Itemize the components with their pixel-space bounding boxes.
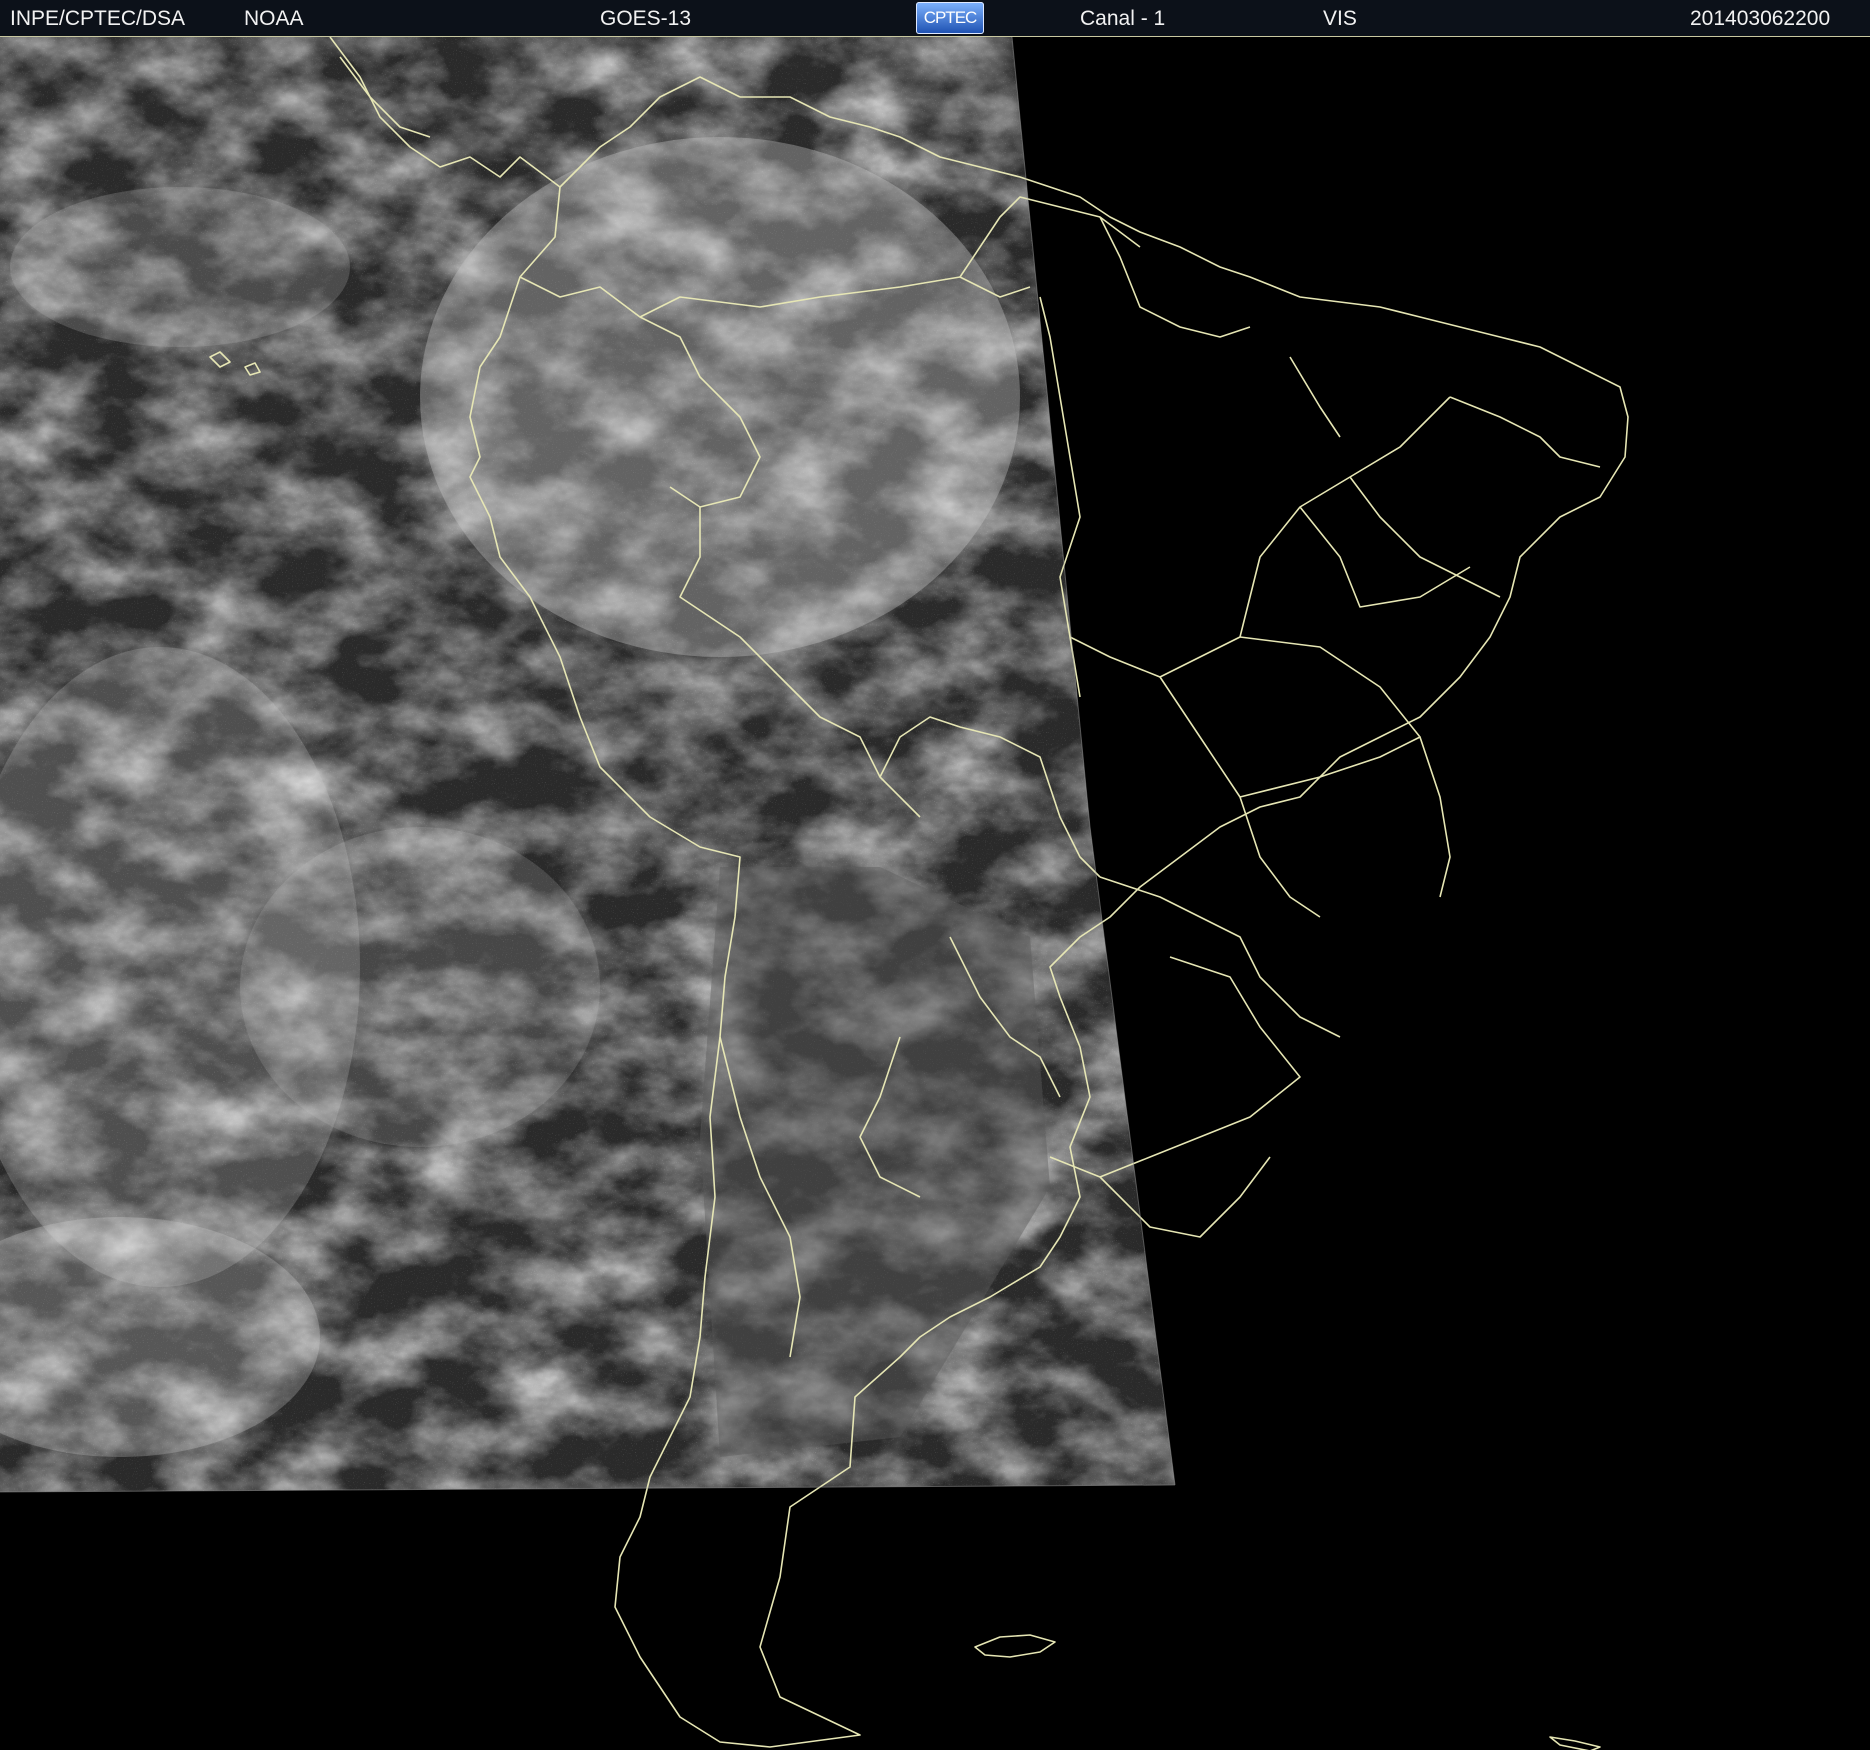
header-bar: INPE/CPTEC/DSA NOAA GOES-13 CPTEC Canal … — [0, 0, 1870, 37]
institution-label: INPE/CPTEC/DSA — [10, 7, 186, 30]
channel-label: Canal - 1 — [1080, 7, 1166, 30]
agency-label: NOAA — [244, 7, 304, 30]
satellite-label: GOES-13 — [600, 7, 692, 30]
satellite-map — [0, 37, 1629, 1750]
cptec-logo: CPTEC — [916, 2, 984, 34]
band-label: VIS — [1323, 7, 1357, 30]
timestamp-label: 201403062200 — [1690, 7, 1831, 30]
satellite-image — [0, 37, 1175, 1492]
